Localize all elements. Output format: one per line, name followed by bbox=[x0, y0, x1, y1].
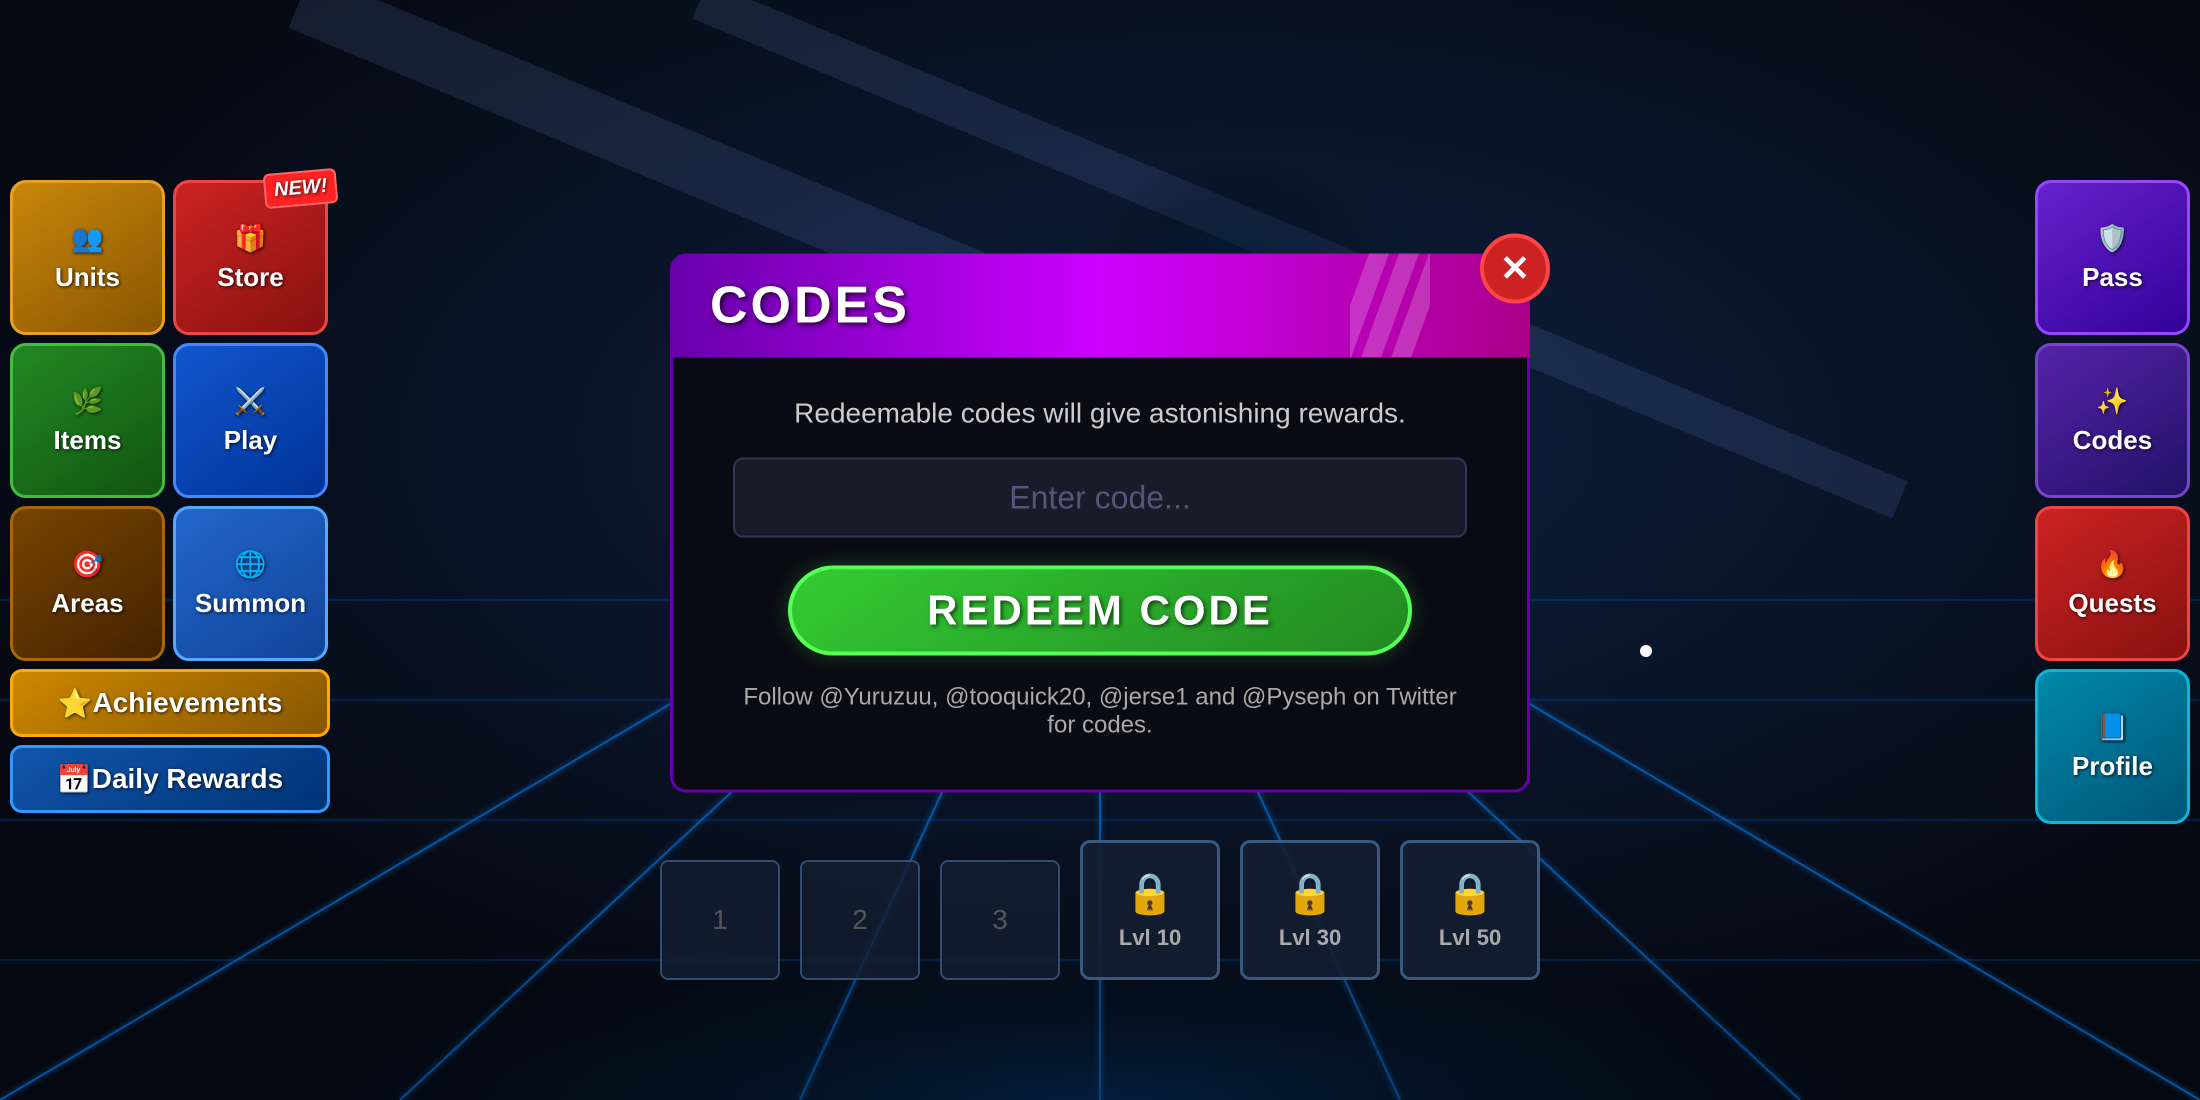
modal-header-decoration bbox=[1350, 254, 1430, 358]
profile-icon: 📘 bbox=[2096, 712, 2128, 743]
slot-number-1: 1 bbox=[712, 904, 728, 936]
slot-1: 1 bbox=[660, 860, 780, 980]
sidebar-item-pass[interactable]: 🛡️ Pass bbox=[2035, 180, 2190, 335]
quests-icon: 🔥 bbox=[2096, 549, 2128, 580]
follow-text: Follow @Yuruzuu, @tooquick20, @jerse1 an… bbox=[733, 684, 1467, 740]
areas-label: Areas bbox=[51, 588, 123, 619]
close-button[interactable]: ✕ bbox=[1480, 234, 1550, 304]
slot-box-3: 3 bbox=[940, 860, 1060, 980]
play-label: Play bbox=[224, 425, 278, 456]
modal-title: CODES bbox=[710, 276, 910, 336]
codes-modal: CODES ✕ Redeemable codes will give aston… bbox=[670, 254, 1530, 793]
sidebar-item-profile[interactable]: 📘 Profile bbox=[2035, 669, 2190, 824]
sidebar-row-2: 🌿 Items ⚔️ Play bbox=[10, 343, 330, 498]
items-icon: 🌿 bbox=[71, 386, 103, 417]
units-icon: 👥 bbox=[71, 223, 103, 254]
modal-body: Redeemable codes will give astonishing r… bbox=[670, 358, 1530, 793]
areas-icon: 🎯 bbox=[71, 549, 103, 580]
sidebar-item-areas[interactable]: 🎯 Areas bbox=[10, 506, 165, 661]
store-icon: 🎁 bbox=[234, 223, 266, 254]
new-badge: NEW! bbox=[262, 168, 338, 209]
lock-icon-2: 🔒 bbox=[1285, 870, 1335, 917]
slot-number-2: 2 bbox=[852, 904, 868, 936]
achievements-label: Achievements bbox=[93, 687, 283, 719]
slot-locked-2: 🔒 Lvl 30 bbox=[1240, 840, 1380, 980]
slot-box-2: 2 bbox=[800, 860, 920, 980]
slot-number-3: 3 bbox=[992, 904, 1008, 936]
sidebar-row-1: 👥 Units NEW! 🎁 Store bbox=[10, 180, 330, 335]
sidebar-item-items[interactable]: 🌿 Items bbox=[10, 343, 165, 498]
sidebar-item-store[interactable]: NEW! 🎁 Store bbox=[173, 180, 328, 335]
slot-bar: 1 2 3 🔒 Lvl 10 🔒 Lvl 30 🔒 Lvl 50 bbox=[660, 840, 1540, 980]
pass-icon: 🛡️ bbox=[2096, 223, 2128, 254]
profile-label: Profile bbox=[2072, 751, 2153, 782]
items-label: Items bbox=[54, 425, 122, 456]
daily-rewards-button[interactable]: 📅 Daily Rewards bbox=[10, 745, 330, 813]
daily-icon: 📅 bbox=[57, 763, 92, 796]
sidebar-right: 🛡️ Pass ✨ Codes 🔥 Quests 📘 Profile bbox=[2025, 180, 2200, 824]
achievements-icon: ⭐ bbox=[58, 687, 93, 720]
slot-3: 3 bbox=[940, 860, 1060, 980]
store-label: Store bbox=[217, 262, 283, 293]
code-input[interactable] bbox=[733, 458, 1467, 538]
lock-label-3: Lvl 50 bbox=[1439, 925, 1501, 951]
slot-locked-box-1: 🔒 Lvl 10 bbox=[1080, 840, 1220, 980]
daily-label: Daily Rewards bbox=[92, 763, 283, 795]
pass-label: Pass bbox=[2082, 262, 2143, 293]
modal-header: CODES ✕ bbox=[670, 254, 1530, 358]
achievements-button[interactable]: ⭐ Achievements bbox=[10, 669, 330, 737]
summon-label: Summon bbox=[195, 588, 306, 619]
quests-label: Quests bbox=[2068, 588, 2156, 619]
slot-box-1: 1 bbox=[660, 860, 780, 980]
lock-label-2: Lvl 30 bbox=[1279, 925, 1341, 951]
slot-locked-1: 🔒 Lvl 10 bbox=[1080, 840, 1220, 980]
codes-label: Codes bbox=[2073, 425, 2152, 456]
sidebar-item-summon[interactable]: 🌐 Summon bbox=[173, 506, 328, 661]
sidebar-item-quests[interactable]: 🔥 Quests bbox=[2035, 506, 2190, 661]
lock-label-1: Lvl 10 bbox=[1119, 925, 1181, 951]
slot-2: 2 bbox=[800, 860, 920, 980]
slot-locked-box-2: 🔒 Lvl 30 bbox=[1240, 840, 1380, 980]
sidebar-item-play[interactable]: ⚔️ Play bbox=[173, 343, 328, 498]
play-icon: ⚔️ bbox=[234, 386, 266, 417]
slot-locked-3: 🔒 Lvl 50 bbox=[1400, 840, 1540, 980]
redeem-button[interactable]: REDEEM CODE bbox=[788, 566, 1412, 656]
summon-icon: 🌐 bbox=[234, 549, 266, 580]
sidebar-left: 👥 Units NEW! 🎁 Store 🌿 Items ⚔️ Play 🎯 A… bbox=[0, 180, 340, 813]
lock-icon-3: 🔒 bbox=[1445, 870, 1495, 917]
codes-icon: ✨ bbox=[2096, 386, 2128, 417]
lock-icon-1: 🔒 bbox=[1125, 870, 1175, 917]
sidebar-item-codes[interactable]: ✨ Codes bbox=[2035, 343, 2190, 498]
slot-locked-box-3: 🔒 Lvl 50 bbox=[1400, 840, 1540, 980]
sidebar-row-3: 🎯 Areas 🌐 Summon bbox=[10, 506, 330, 661]
sidebar-item-units[interactable]: 👥 Units bbox=[10, 180, 165, 335]
units-label: Units bbox=[55, 262, 120, 293]
modal-subtitle: Redeemable codes will give astonishing r… bbox=[794, 398, 1406, 430]
